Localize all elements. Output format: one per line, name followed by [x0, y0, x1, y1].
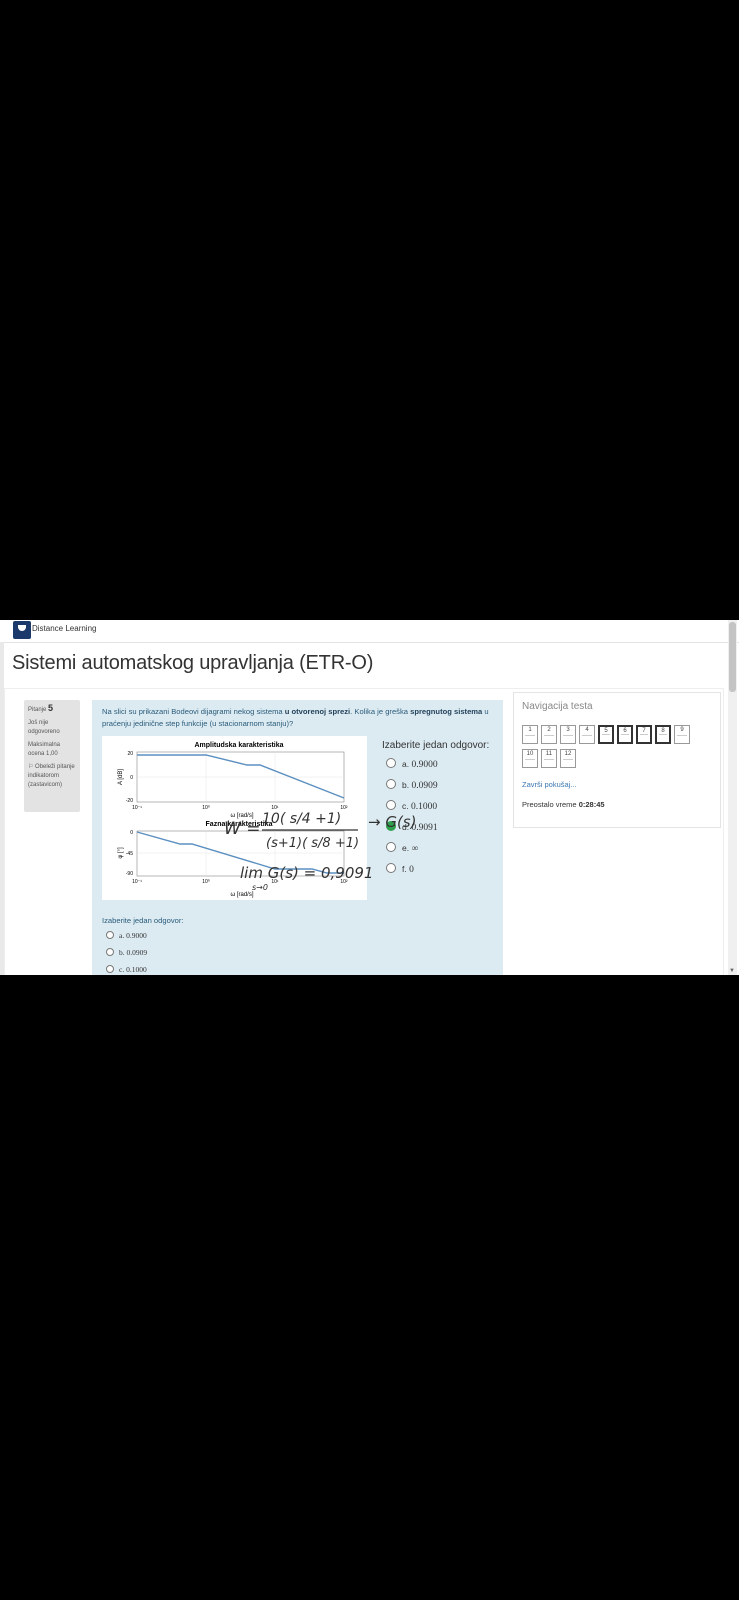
flag-label: Obeleži pitanje indikatorom (zastavicom)	[28, 764, 75, 788]
flag-question-link[interactable]: ⚐ Obeleži pitanje indikatorom (zastavico…	[28, 763, 76, 790]
radio-button[interactable]	[386, 758, 396, 768]
site-name[interactable]: Distance Learning	[32, 624, 96, 633]
nav-title: Navigacija testa	[522, 701, 593, 712]
option-letter: b.	[119, 948, 125, 957]
time-left-label: Preostalo vreme	[522, 800, 577, 809]
option-letter: a.	[402, 759, 410, 769]
hand-numerator: 10( s/4 +1)	[262, 811, 341, 827]
option-letter: c.	[119, 965, 125, 974]
nav-question-2[interactable]: 2	[541, 725, 557, 744]
amp-plot-title: Amplitudska karakteristika	[194, 742, 283, 749]
nav-question-4[interactable]: 4	[579, 725, 595, 744]
nav-question-6[interactable]: 6	[617, 725, 633, 744]
flag-icon: ⚐	[28, 764, 36, 770]
hand-limit: lim G(s) = 0,9091	[240, 864, 373, 882]
lower-answer-prompt: Izaberite jedan odgovor:	[102, 916, 184, 925]
option-value: 0.9000	[411, 760, 438, 770]
radio-button[interactable]	[106, 965, 114, 973]
nav-question-10[interactable]: 10	[522, 749, 538, 768]
time-left-value: 0:28:45	[578, 800, 605, 809]
finish-attempt-link[interactable]: Završi pokušaj...	[522, 780, 577, 789]
question-text-bold: u otvorenoj sprezi	[284, 707, 351, 716]
question-label: Pitanje	[28, 707, 47, 713]
question-info-panel: Pitanje 5 Još nije odgovoreno Maksimalna…	[24, 700, 80, 812]
nav-question-5[interactable]: 5	[598, 725, 614, 744]
university-logo-icon[interactable]	[13, 621, 31, 639]
option-letter: b.	[402, 780, 410, 790]
scroll-down-arrow-icon[interactable]: ▼	[729, 968, 735, 974]
hand-denominator: (s+1)( s/8 +1)	[266, 836, 359, 851]
answer-option-a[interactable]: a. 0.9000	[386, 758, 438, 770]
nav-question-9[interactable]: 9	[674, 725, 690, 744]
handwritten-annotation: W = 10( s/4 +1) (s+1)( s/8 +1) → G(s) li…	[224, 811, 416, 892]
top-navbar: Distance Learning	[0, 620, 739, 643]
question-status: Još nije odgovoreno	[28, 720, 60, 735]
time-left: Preostalo vreme 0:28:45	[522, 800, 605, 809]
amp-ylabel: A [dB]	[118, 769, 124, 785]
option-value: 0.9000	[126, 931, 147, 940]
nav-question-3[interactable]: 3	[560, 725, 576, 744]
hand-w-label: W =	[224, 819, 260, 839]
course-title: Sistemi automatskog upravljanja (ETR-O)	[12, 652, 374, 674]
quiz-navigation-block: Navigacija testa 1 2 3 4 5 6 7 8 9 10 11…	[513, 692, 721, 828]
vertical-scrollbar[interactable]: ▼	[728, 620, 737, 975]
nav-question-11[interactable]: 11	[541, 749, 557, 768]
question-text-part: Na slici su prikazani Bodeovi dijagrami …	[102, 707, 285, 716]
option-value: 0.0909	[411, 781, 438, 791]
option-value: 0.1000	[126, 965, 147, 974]
option-letter: a.	[119, 931, 125, 940]
question-number-value: 5	[48, 703, 54, 713]
nav-question-1[interactable]: 1	[522, 725, 538, 744]
question-text-bold: spregnutog sistema	[410, 707, 483, 716]
amp-ytick: 0	[130, 775, 133, 781]
hand-arrow-g: → G(s)	[368, 813, 416, 831]
question-text-part: . Kolika je greška	[350, 707, 411, 716]
option-value: 0.0909	[126, 948, 148, 957]
scrollbar-thumb[interactable]	[729, 622, 736, 692]
nav-question-7[interactable]: 7	[636, 725, 652, 744]
question-text: Na slici su prikazani Bodeovi dijagrami …	[102, 706, 497, 730]
radio-button[interactable]	[386, 779, 396, 789]
lower-answer-option-c[interactable]: c. 0.1000	[106, 965, 147, 974]
lower-answer-option-b[interactable]: b. 0.0909	[106, 948, 147, 957]
question-max-grade: Maksimalna ocena 1,00	[28, 742, 61, 757]
nav-question-8[interactable]: 8	[655, 725, 671, 744]
nav-question-12[interactable]: 12	[560, 749, 576, 768]
radio-button[interactable]	[106, 931, 114, 939]
question-number: Pitanje 5	[28, 704, 76, 715]
radio-button[interactable]	[106, 948, 114, 956]
answer-prompt: Izaberite jedan odgovor:	[382, 740, 490, 751]
amp-ytick: 20	[127, 751, 133, 757]
browser-screen: Distance Learning Sistemi automatskog up…	[0, 620, 739, 975]
answer-option-b[interactable]: b. 0.0909	[386, 779, 438, 791]
hand-limit-sub: s→0	[252, 883, 268, 892]
lower-answer-option-a[interactable]: a. 0.9000	[106, 931, 147, 940]
